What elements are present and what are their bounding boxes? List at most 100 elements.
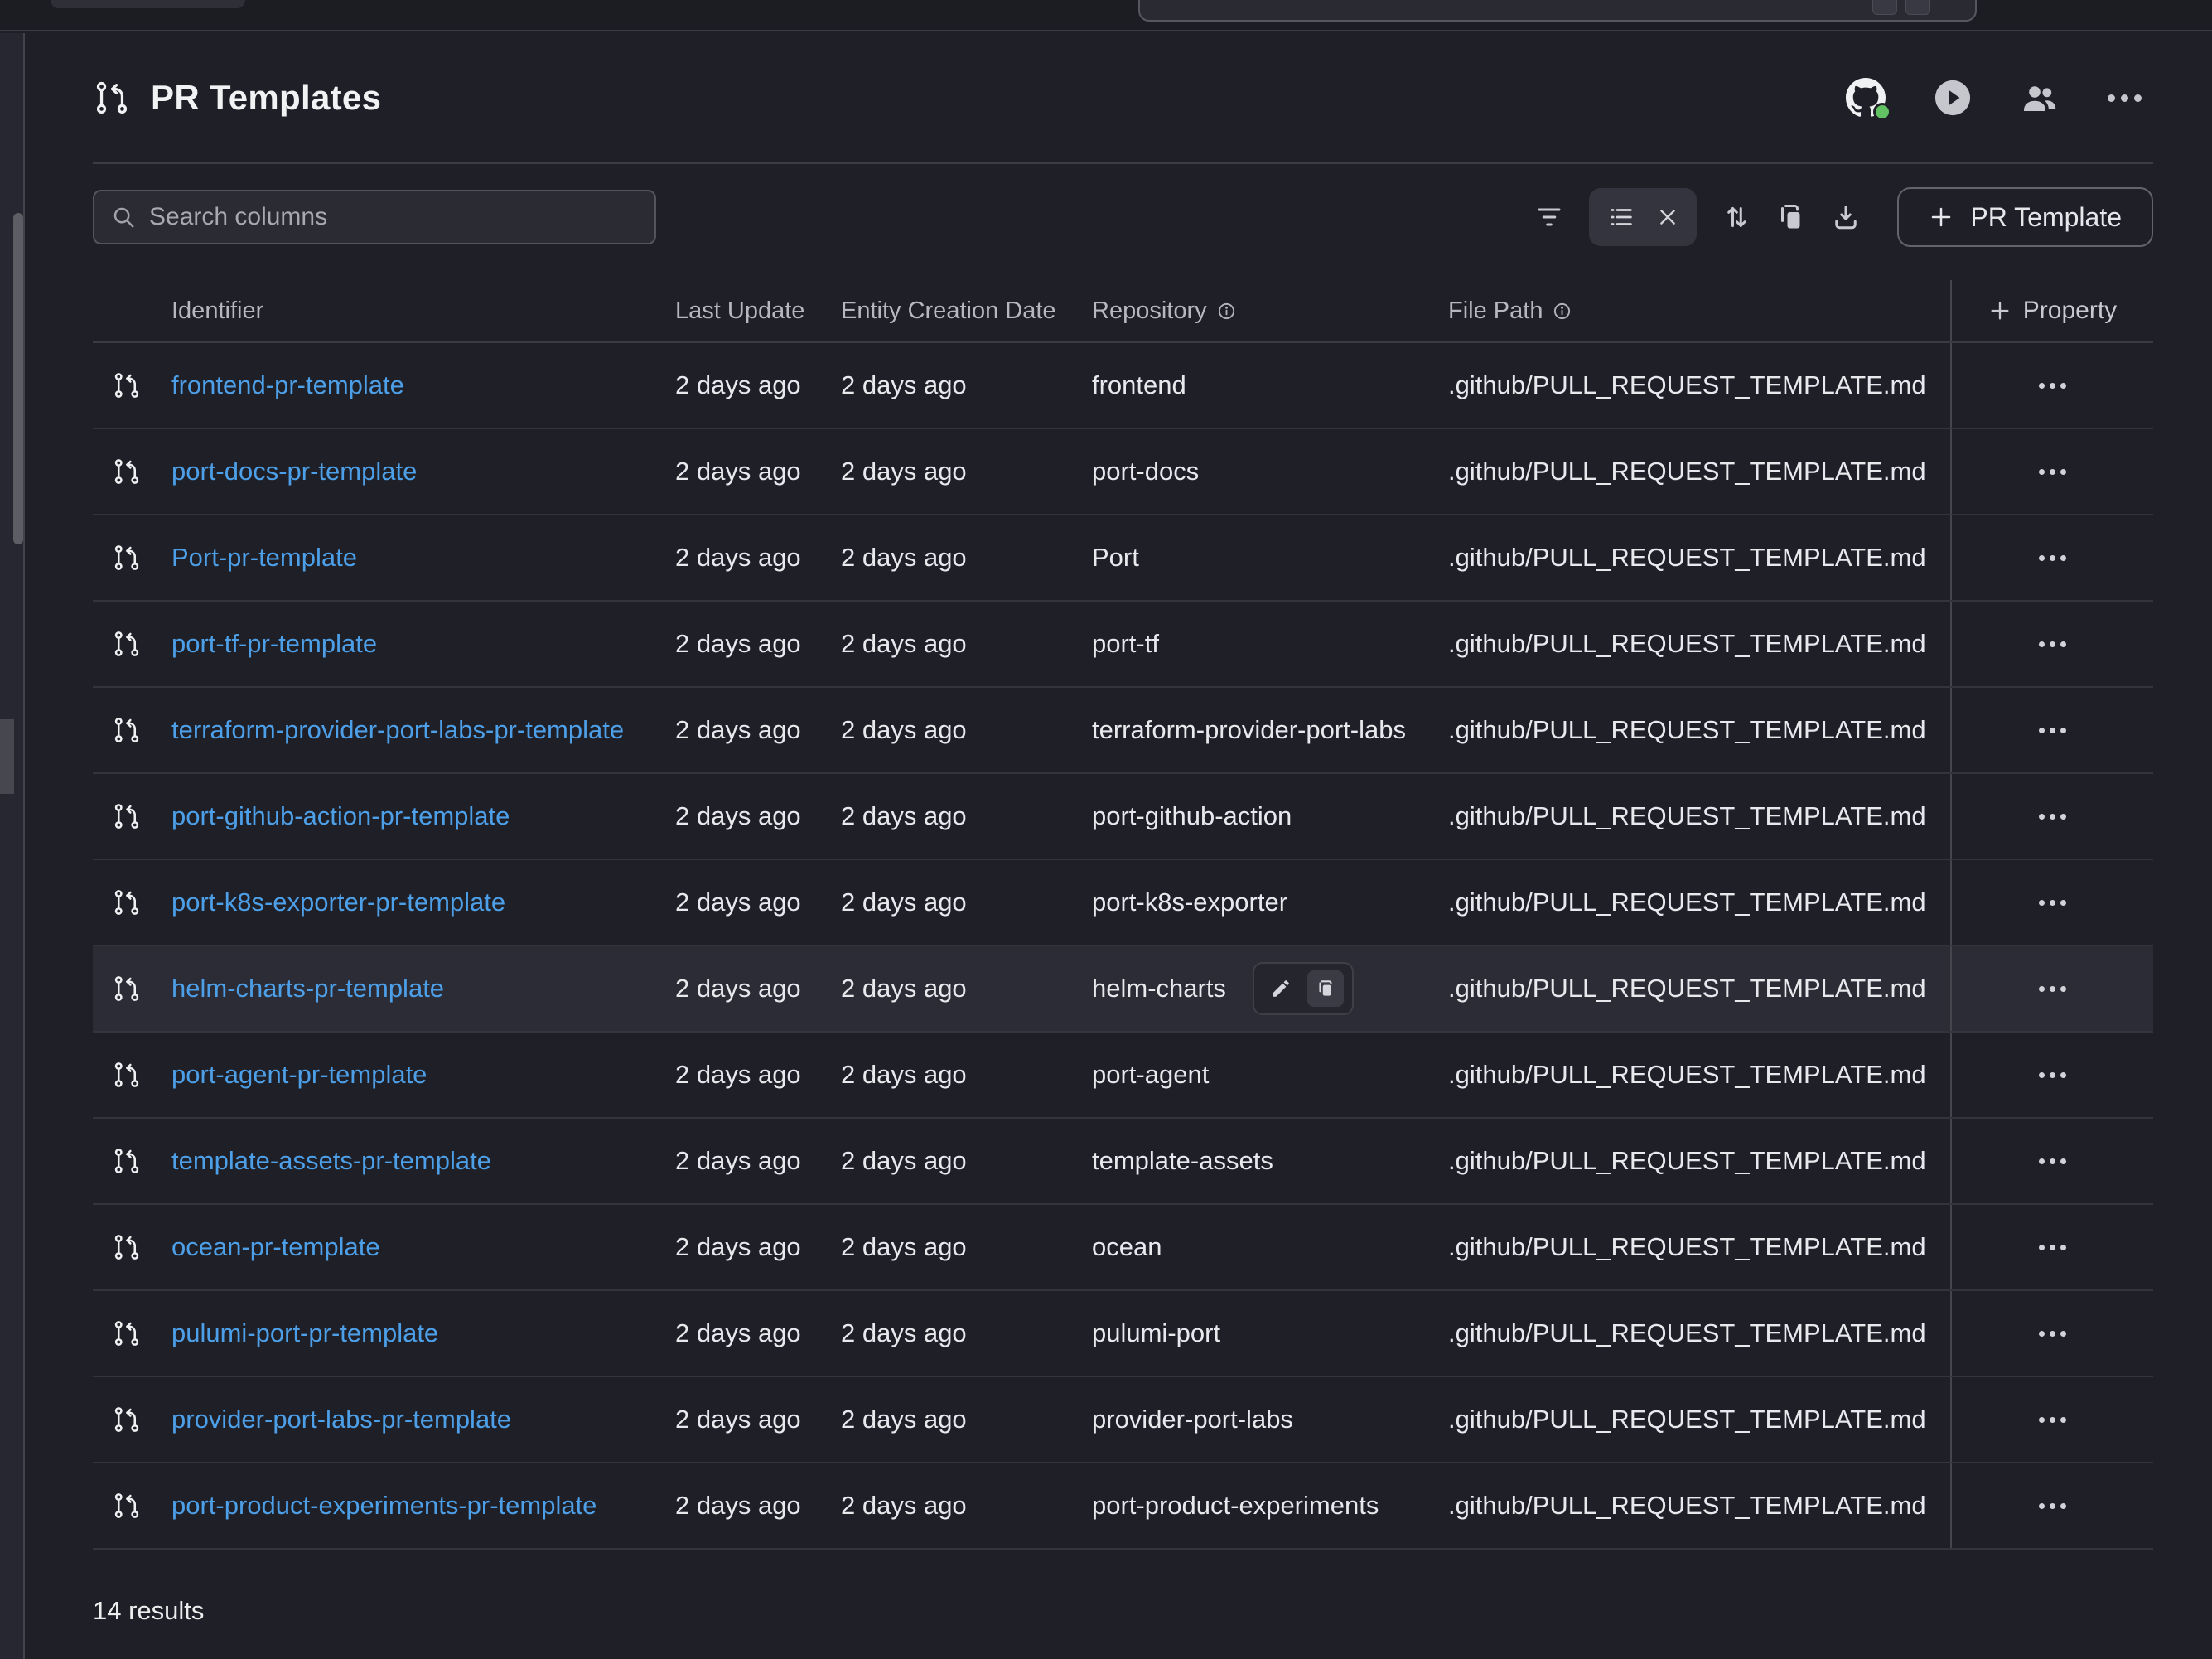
row-actions-button[interactable]: [2027, 457, 2078, 486]
repository-cell: port-tf: [1092, 629, 1159, 659]
global-search-bar[interactable]: [1138, 0, 1977, 22]
identifier-link[interactable]: port-k8s-exporter-pr-template: [171, 888, 675, 917]
status-green-dot: [1873, 103, 1891, 121]
identifier-link[interactable]: Port-pr-template: [171, 543, 675, 573]
table-row[interactable]: helm-charts-pr-template 2 days ago 2 day…: [93, 946, 2153, 1033]
pull-request-icon: [93, 888, 171, 917]
info-icon[interactable]: [1553, 302, 1572, 321]
last-update-cell: 2 days ago: [675, 888, 841, 917]
identifier-link[interactable]: port-product-experiments-pr-template: [171, 1491, 675, 1521]
row-actions-button[interactable]: [2027, 716, 2078, 745]
identifier-link[interactable]: provider-port-labs-pr-template: [171, 1405, 675, 1434]
entity-creation-date-cell: 2 days ago: [841, 1232, 1092, 1262]
entity-creation-date-cell: 2 days ago: [841, 1491, 1092, 1521]
row-actions-button[interactable]: [2027, 371, 2078, 400]
copy-icon[interactable]: [1307, 970, 1344, 1007]
pull-request-icon: [93, 1060, 171, 1090]
identifier-link[interactable]: port-github-action-pr-template: [171, 801, 675, 831]
download-icon[interactable]: [1831, 202, 1861, 232]
table-row[interactable]: port-agent-pr-template 2 days ago 2 days…: [93, 1033, 2153, 1119]
last-update-cell: 2 days ago: [675, 1146, 841, 1176]
table-row[interactable]: port-product-experiments-pr-template 2 d…: [93, 1463, 2153, 1550]
table-row[interactable]: provider-port-labs-pr-template 2 days ag…: [93, 1377, 2153, 1463]
table-row[interactable]: port-tf-pr-template 2 days ago 2 days ag…: [93, 602, 2153, 688]
pull-request-icon: [93, 715, 171, 745]
search-icon: [111, 205, 136, 230]
copy-icon[interactable]: [1776, 202, 1806, 232]
vertical-scrollbar-thumb[interactable]: [13, 213, 23, 544]
row-actions-button[interactable]: [2027, 1061, 2078, 1090]
identifier-link[interactable]: helm-charts-pr-template: [171, 974, 675, 1004]
repository-cell: template-assets: [1092, 1146, 1273, 1176]
last-update-cell: 2 days ago: [675, 801, 841, 831]
row-actions-button[interactable]: [2027, 630, 2078, 659]
identifier-link[interactable]: template-assets-pr-template: [171, 1146, 675, 1176]
entity-creation-date-cell: 2 days ago: [841, 715, 1092, 745]
pull-request-icon: [93, 629, 171, 659]
identifier-link[interactable]: port-agent-pr-template: [171, 1060, 675, 1090]
pr-templates-table: Identifier Last Update Entity Creation D…: [93, 280, 2153, 1550]
row-actions-button[interactable]: [2027, 888, 2078, 917]
identifier-link[interactable]: port-docs-pr-template: [171, 457, 675, 486]
add-pr-template-button[interactable]: PR Template: [1897, 187, 2153, 247]
table-row[interactable]: port-k8s-exporter-pr-template 2 days ago…: [93, 860, 2153, 946]
identifier-link[interactable]: frontend-pr-template: [171, 370, 675, 400]
repository-cell: port-k8s-exporter: [1092, 888, 1287, 917]
entity-creation-date-cell: 2 days ago: [841, 801, 1092, 831]
pull-request-icon: [93, 1318, 171, 1348]
entity-creation-date-cell: 2 days ago: [841, 629, 1092, 659]
add-property-button[interactable]: Property: [1950, 280, 2153, 341]
row-actions-button[interactable]: [2027, 802, 2078, 831]
column-header-entity-creation-date[interactable]: Entity Creation Date: [841, 297, 1092, 325]
filter-icon[interactable]: [1534, 202, 1564, 232]
column-header-file-path[interactable]: File Path: [1448, 297, 1950, 325]
entity-creation-date-cell: 2 days ago: [841, 1405, 1092, 1434]
table-body: frontend-pr-template 2 days ago 2 days a…: [93, 343, 2153, 1550]
table-row[interactable]: template-assets-pr-template 2 days ago 2…: [93, 1119, 2153, 1205]
sidebar-partial-item[interactable]: [0, 719, 14, 794]
table-row[interactable]: port-docs-pr-template 2 days ago 2 days …: [93, 429, 2153, 515]
table-row[interactable]: terraform-provider-port-labs-pr-template…: [93, 688, 2153, 774]
repository-cell: port-docs: [1092, 457, 1199, 486]
pull-request-icon: [93, 370, 171, 400]
column-header-repository[interactable]: Repository: [1092, 297, 1448, 325]
list-view-icon[interactable]: [1607, 203, 1635, 231]
row-actions-button[interactable]: [2027, 975, 2078, 1004]
row-actions-button[interactable]: [2027, 544, 2078, 573]
pull-request-icon: [93, 79, 131, 117]
table-row[interactable]: frontend-pr-template 2 days ago 2 days a…: [93, 343, 2153, 429]
identifier-link[interactable]: ocean-pr-template: [171, 1232, 675, 1262]
more-options-icon[interactable]: [2108, 94, 2142, 102]
table-toolbar: PR Template: [93, 187, 2153, 247]
info-icon[interactable]: [1217, 302, 1236, 321]
row-actions-button[interactable]: [2027, 1147, 2078, 1176]
pull-request-icon: [93, 801, 171, 831]
topbar-partial-button[interactable]: [51, 0, 245, 8]
top-bar: [0, 0, 2212, 31]
table-row[interactable]: pulumi-port-pr-template 2 days ago 2 day…: [93, 1291, 2153, 1377]
file-path-cell: .github/PULL_REQUEST_TEMPLATE.md: [1448, 629, 1950, 659]
sort-icon[interactable]: [1722, 202, 1751, 232]
file-path-cell: .github/PULL_REQUEST_TEMPLATE.md: [1448, 801, 1950, 831]
column-header-last-update[interactable]: Last Update: [675, 297, 841, 325]
identifier-link[interactable]: terraform-provider-port-labs-pr-template: [171, 715, 675, 745]
github-icon[interactable]: [1846, 78, 1886, 118]
edit-icon[interactable]: [1263, 970, 1299, 1007]
table-row[interactable]: port-github-action-pr-template 2 days ag…: [93, 774, 2153, 860]
clear-view-icon[interactable]: [1657, 206, 1678, 228]
repository-cell: port-product-experiments: [1092, 1491, 1379, 1521]
search-columns-box[interactable]: [93, 190, 656, 244]
row-actions-button[interactable]: [2027, 1405, 2078, 1434]
users-icon[interactable]: [2020, 78, 2060, 118]
row-actions-button[interactable]: [2027, 1492, 2078, 1521]
column-header-identifier[interactable]: Identifier: [171, 297, 675, 325]
table-row[interactable]: ocean-pr-template 2 days ago 2 days ago …: [93, 1205, 2153, 1291]
identifier-link[interactable]: pulumi-port-pr-template: [171, 1318, 675, 1348]
table-row[interactable]: Port-pr-template 2 days ago 2 days ago P…: [93, 515, 2153, 602]
last-update-cell: 2 days ago: [675, 1318, 841, 1348]
play-icon[interactable]: [1934, 79, 1972, 117]
row-actions-button[interactable]: [2027, 1319, 2078, 1348]
search-columns-input[interactable]: [149, 203, 638, 231]
row-actions-button[interactable]: [2027, 1233, 2078, 1262]
identifier-link[interactable]: port-tf-pr-template: [171, 629, 675, 659]
